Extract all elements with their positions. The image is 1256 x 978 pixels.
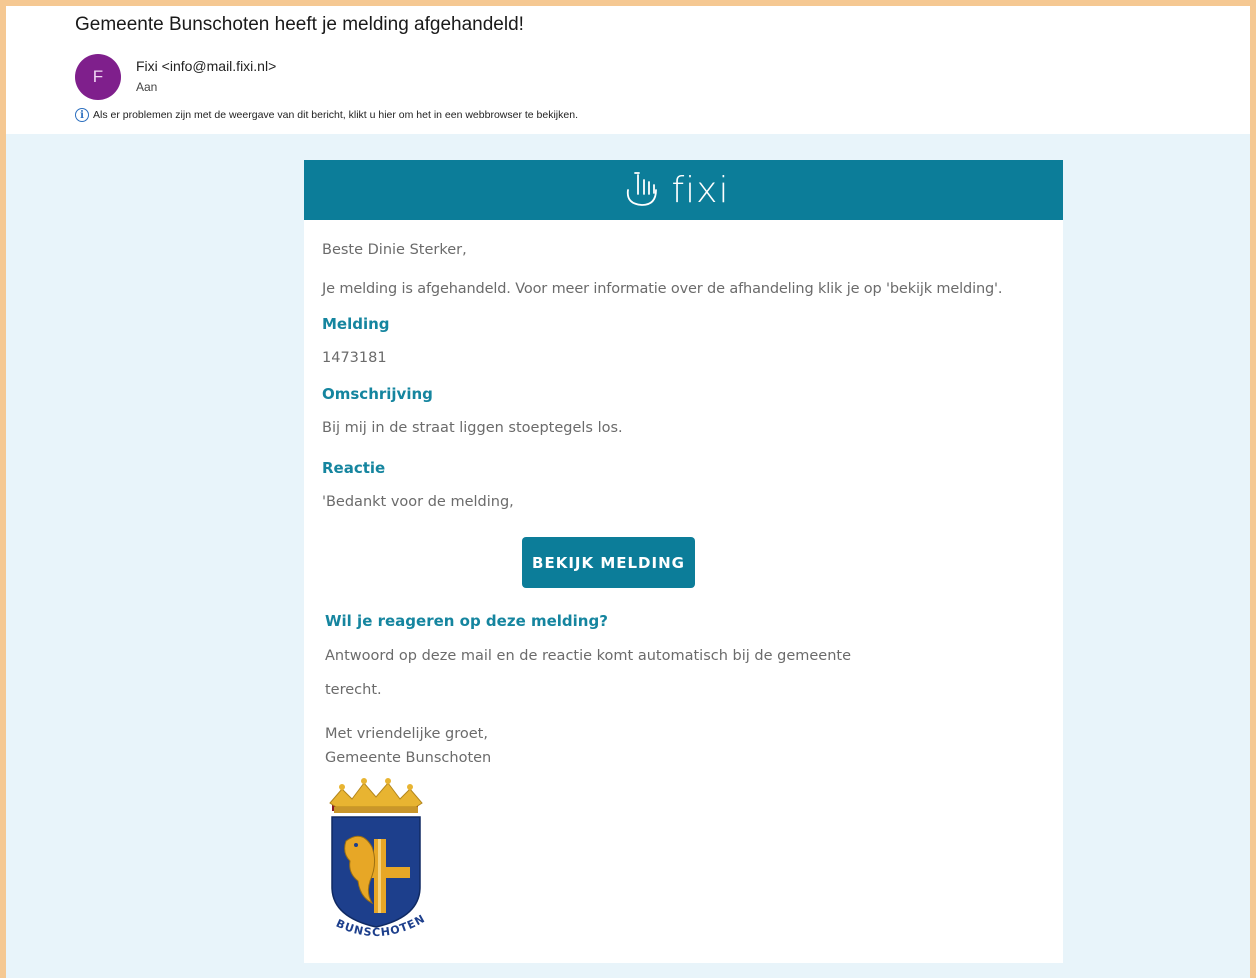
reaction-heading: Reactie: [322, 459, 386, 477]
brand-name: fixi: [671, 169, 730, 211]
browser-view-notice[interactable]: i Als er problemen zijn met de weergave …: [75, 107, 578, 123]
sender-avatar[interactable]: F: [75, 54, 121, 100]
reaction-text: 'Bedankt voor de melding,: [322, 494, 514, 510]
info-icon: i: [75, 108, 89, 122]
reply-text-line1: Antwoord op deze mail en de reactie komt…: [325, 648, 852, 664]
recipient-label[interactable]: Aan: [136, 80, 157, 94]
sender-address[interactable]: Fixi <info@mail.fixi.nl>: [136, 58, 276, 74]
hand-pointer-icon: [626, 172, 657, 206]
crown-icon: [329, 778, 423, 813]
closing-text: Met vriendelijke groet,: [325, 726, 488, 742]
brand-header: fixi: [304, 160, 1063, 220]
message-card: fixi Beste Dinie Sterker, Je melding is …: [304, 160, 1063, 963]
email-window: Gemeente Bunschoten heeft je melding afg…: [6, 6, 1250, 978]
description-heading: Omschrijving: [322, 385, 433, 403]
municipality-crest-logo: BUNSCHOTEN: [329, 778, 427, 939]
signature-text: Gemeente Bunschoten: [325, 750, 492, 766]
description-text: Bij mij in de straat liggen stoeptegels …: [322, 420, 623, 436]
melding-number: 1473181: [322, 350, 387, 366]
browser-view-notice-text[interactable]: Als er problemen zijn met de weergave va…: [93, 109, 578, 121]
email-header: Gemeente Bunschoten heeft je melding afg…: [6, 6, 1250, 128]
melding-heading: Melding: [322, 315, 390, 333]
email-body: fixi Beste Dinie Sterker, Je melding is …: [6, 134, 1250, 978]
greeting: Beste Dinie Sterker,: [322, 242, 467, 258]
view-report-button[interactable]: BEKIJK MELDING: [522, 537, 695, 588]
reply-text-line2: terecht.: [325, 682, 382, 698]
email-subject: Gemeente Bunschoten heeft je melding afg…: [75, 14, 524, 35]
intro-text: Je melding is afgehandeld. Voor meer inf…: [322, 281, 1003, 297]
reply-heading: Wil je reageren op deze melding?: [325, 612, 608, 630]
